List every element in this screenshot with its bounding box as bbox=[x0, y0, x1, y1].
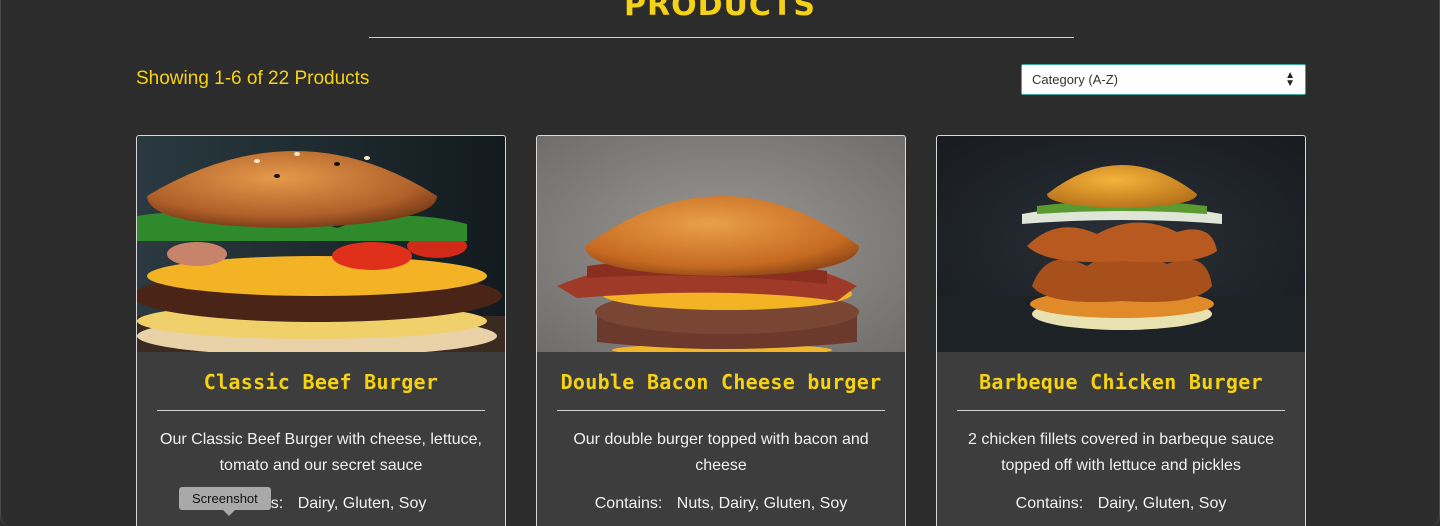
product-image[interactable] bbox=[937, 136, 1305, 352]
product-name[interactable]: Classic Beef Burger bbox=[137, 370, 505, 394]
product-card[interactable]: Classic Beef Burger Our Classic Beef Bur… bbox=[136, 135, 506, 526]
product-allergens: Contains: Nuts, Dairy, Gluten, Soy bbox=[537, 495, 905, 513]
product-card[interactable]: Barbeque Chicken Burger 2 chicken fillet… bbox=[936, 135, 1306, 526]
card-divider bbox=[957, 410, 1285, 411]
title-divider bbox=[369, 37, 1074, 38]
double-bacon-cheese-burger-image bbox=[537, 136, 905, 352]
allergens-value: Dairy, Gluten, Soy bbox=[297, 495, 427, 512]
contains-label: Contains: bbox=[594, 495, 663, 512]
classic-beef-burger-image bbox=[137, 136, 505, 352]
card-divider bbox=[157, 410, 485, 411]
product-image[interactable] bbox=[137, 136, 505, 352]
product-allergens: Contains: Dairy, Gluten, Soy bbox=[937, 495, 1305, 513]
card-divider bbox=[557, 410, 885, 411]
screenshot-tooltip: Screenshot bbox=[179, 487, 271, 516]
product-name[interactable]: Double Bacon Cheese burger bbox=[537, 370, 905, 394]
contains-label: Contains: bbox=[1015, 495, 1084, 512]
product-description: Our Classic Beef Burger with cheese, let… bbox=[160, 431, 482, 474]
page-frame: PRODUCTS Showing 1-6 of 22 Products Cate… bbox=[0, 0, 1440, 526]
page-title: PRODUCTS bbox=[624, 0, 816, 23]
updown-arrows-icon: ▲ ▼ bbox=[1285, 69, 1295, 89]
product-description: Our double burger topped with bacon and … bbox=[573, 431, 869, 474]
allergens-value: Dairy, Gluten, Soy bbox=[1097, 495, 1227, 512]
barbeque-chicken-burger-image bbox=[937, 136, 1305, 352]
product-description: 2 chicken fillets covered in barbeque sa… bbox=[968, 431, 1274, 474]
product-card[interactable]: Double Bacon Cheese burger Our double bu… bbox=[536, 135, 906, 526]
results-count: Showing 1-6 of 22 Products bbox=[136, 68, 370, 89]
sort-select[interactable]: Category (A-Z) ▲ ▼ bbox=[1021, 64, 1306, 95]
product-name[interactable]: Barbeque Chicken Burger bbox=[937, 370, 1305, 394]
sort-selected-value: Category (A-Z) bbox=[1032, 72, 1118, 87]
allergens-value: Nuts, Dairy, Gluten, Soy bbox=[676, 495, 848, 512]
product-image[interactable] bbox=[537, 136, 905, 352]
